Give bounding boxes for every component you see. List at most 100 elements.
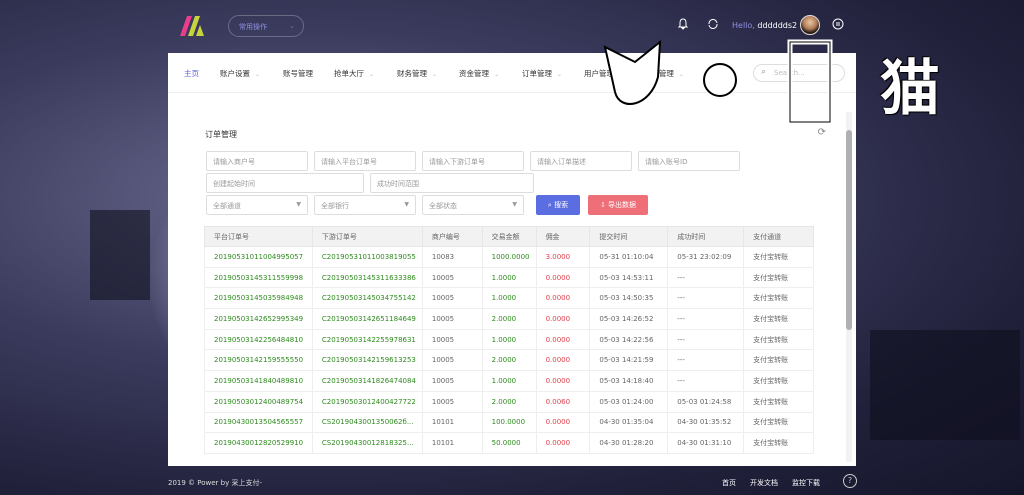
placeholder: 请输入平台订单号 [321, 158, 377, 166]
logo-icon[interactable] [180, 16, 204, 36]
table-cell: 1.0000 [481, 370, 537, 392]
refresh-circle-icon[interactable] [705, 18, 721, 34]
table-cell[interactable]: 20190503141840489810 [204, 370, 313, 392]
nav-item-account-management[interactable]: 账号管理 [283, 68, 313, 79]
chevron-down-icon: ⌄ [494, 71, 500, 78]
merchant-no-input[interactable]: 请输入商户号 [206, 151, 308, 171]
nav-item-finance[interactable]: 财务管理 ⌄ [397, 68, 437, 79]
table-cell: 支付宝转账 [743, 266, 814, 289]
placeholder: 请输入下游订单号 [429, 158, 485, 166]
table-cell: 04-30 01:31:10 [667, 432, 745, 454]
placeholder: 请输入账号ID [645, 158, 688, 166]
table-cell[interactable]: 20190503142256484810 [204, 328, 313, 351]
nav-item-account-settings[interactable]: 账户设置 ⌄ [220, 68, 260, 79]
table-cell: 05-03 14:26:52 [589, 308, 669, 330]
bank-select[interactable]: 全部银行 ▼ [314, 195, 416, 215]
search-icon: ⌕ [761, 67, 767, 77]
success-time-input[interactable]: 成功时间范围 [370, 173, 534, 193]
table-cell[interactable]: 20190430013504565557 [204, 411, 313, 434]
main-nav: 主页 账户设置 ⌄ 账号管理 抢单大厅 ⌄ 财务管理 ⌄ 资金管理 ⌄ 订单管理 ⌄ 用户… [168, 53, 856, 93]
table-row[interactable]: 20190503142159555550 C2019050314215961325… [204, 349, 814, 372]
table-row[interactable]: 20190503141840489810 C2019050314182647408… [204, 370, 814, 392]
table-cell: CS2019043001350062б... [311, 411, 423, 434]
footer-link-docs[interactable]: 开发文档 [750, 478, 778, 488]
created-time-input[interactable]: 创建起始时间 [206, 173, 364, 193]
nav-label: 抢单大厅 [334, 69, 364, 78]
nav-label: 账户设置 [220, 69, 250, 78]
select-value: 全部通道 [213, 202, 241, 210]
status-select[interactable]: 全部状态 ▼ [422, 195, 524, 215]
table-row[interactable]: 20190503012400489754 C2019050301240042772… [204, 390, 814, 413]
table-cell: 2.0000 [481, 308, 537, 330]
table-cell[interactable]: 20190503142652995349 [204, 308, 313, 330]
table-cell[interactable]: 20190503145311559998 [204, 266, 313, 289]
menu-icon[interactable] [830, 18, 846, 34]
table-cell: 2.0000 [481, 390, 537, 413]
table-cell: 2.0000 [481, 349, 537, 372]
account-id-input[interactable]: 请输入账号ID [638, 151, 740, 171]
export-button[interactable]: ⇩ 导出数据 [588, 195, 648, 215]
help-icon[interactable]: ? [843, 474, 857, 488]
nav-item-order-hall[interactable]: 抢单大厅 ⌄ [334, 68, 374, 79]
table-cell: 10005 [421, 287, 483, 310]
refresh-icon[interactable]: ⟳ [818, 127, 826, 138]
scrollbar-thumb[interactable] [846, 130, 852, 330]
main-card: 主页 账户设置 ⌄ 账号管理 抢单大厅 ⌄ 财务管理 ⌄ 资金管理 ⌄ 订单管理 ⌄ 用户… [168, 53, 856, 466]
table-cell: C20190531011003819055 [311, 246, 423, 268]
chevron-down-icon: ⌄ [557, 71, 563, 78]
table-cell: 支付宝转账 [743, 287, 814, 310]
table-cell[interactable]: 20190503145035984948 [204, 287, 313, 310]
export-button-label: 导出数据 [608, 201, 637, 209]
table-row[interactable]: 20190503142256484810 C2019050314225597863… [204, 328, 814, 351]
table-row[interactable]: 20190531011004995057 C2019053101100381905… [204, 246, 814, 268]
top-bar: 常用操作 ⌄ Hello, dddddds2 [0, 0, 1024, 52]
platform-order-input[interactable]: 请输入平台订单号 [314, 151, 416, 171]
table-cell: 10101 [421, 411, 483, 434]
downstream-order-input[interactable]: 请输入下游订单号 [422, 151, 524, 171]
column-header: 成功时间 [667, 226, 745, 247]
table-row[interactable]: 20190503142652995349 C2019050314265118464… [204, 308, 814, 330]
footer: 2019 © Power by 采上支付- 首页 开发文档 监控下载 ? [0, 470, 1024, 495]
nav-item-api[interactable]: API管理 ⌄ [647, 68, 684, 79]
column-header: 交易金额 [481, 226, 537, 247]
export-icon: ⇩ [599, 201, 609, 209]
nav-item-funds[interactable]: 资金管理 ⌄ [459, 68, 499, 79]
table-cell: 10005 [421, 370, 483, 392]
placeholder: 请输入商户号 [213, 158, 255, 166]
table-cell[interactable]: 20190503142159555550 [204, 349, 313, 372]
common-ops-dropdown[interactable]: 常用操作 ⌄ [228, 15, 304, 37]
chevron-down-icon: ⌄ [369, 71, 375, 78]
bell-icon[interactable] [675, 18, 691, 34]
table-cell: 0.0000 [535, 287, 591, 310]
search-input[interactable]: ⌕ Search... [753, 64, 845, 82]
table-row[interactable]: 20190503145035984948 C2019050314503475514… [204, 287, 814, 310]
table-cell: C20190503141826474084 [311, 370, 423, 392]
table-cell: CS20190430012818325... [311, 432, 423, 454]
common-ops-label: 常用操作 [239, 23, 267, 31]
table-cell: 支付宝转账 [743, 349, 814, 372]
table-row[interactable]: 20190503145311559998 C2019050314531163338… [204, 266, 814, 289]
table-cell[interactable]: 20190430012820529910 [204, 432, 313, 454]
column-header: 下游订单号 [311, 226, 423, 247]
nav-item-orders[interactable]: 订单管理 ⌄ [522, 68, 562, 79]
channel-select[interactable]: 全部通道 ▼ [206, 195, 308, 215]
order-desc-input[interactable]: 请输入订单描述 [530, 151, 632, 171]
placeholder: 请输入订单描述 [537, 158, 586, 166]
greeting-prefix: Hello, [732, 21, 755, 30]
table-cell[interactable]: 20190531011004995057 [204, 246, 313, 268]
table-cell: 10005 [421, 328, 483, 351]
table-cell[interactable]: 20190503012400489754 [204, 390, 313, 413]
table-row[interactable]: 20190430013504565557 CS2019043001350062б.… [204, 411, 814, 434]
footer-link-monitor-download[interactable]: 监控下载 [792, 478, 820, 488]
table-row[interactable]: 20190430012820529910 CS20190430012818325.… [204, 432, 814, 454]
table-cell: 1000.0000 [481, 246, 537, 268]
avatar[interactable] [800, 15, 820, 35]
table-cell: 0.0000 [535, 432, 591, 454]
nav-item-home[interactable]: 主页 [184, 68, 199, 79]
table-cell: 05-03 14:22:56 [589, 328, 669, 351]
footer-link-home[interactable]: 首页 [722, 478, 736, 488]
table-cell: --- [667, 308, 745, 330]
nav-item-users[interactable]: 用户管理 ⌄ [584, 68, 624, 79]
username[interactable]: dddddds2 [757, 21, 797, 30]
search-button[interactable]: ⌕ 搜索 [536, 195, 580, 215]
